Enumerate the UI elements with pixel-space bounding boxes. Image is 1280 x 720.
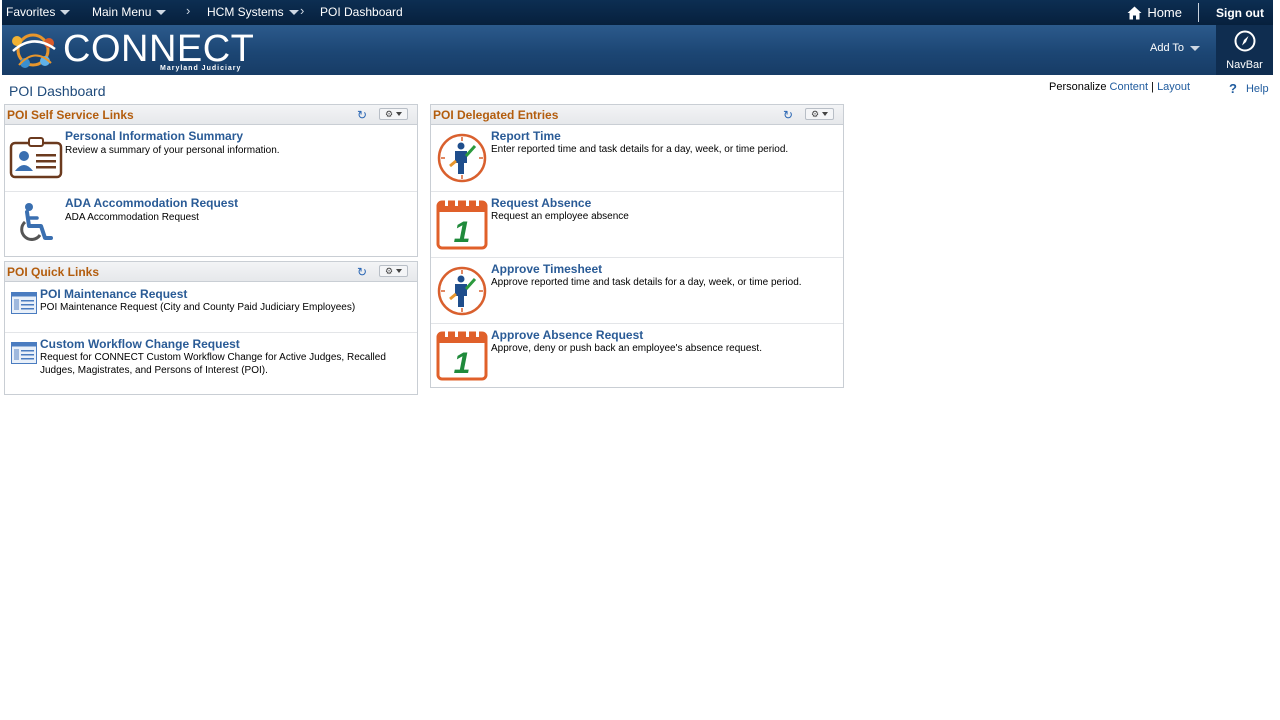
navbar-label: NavBar: [1226, 59, 1263, 71]
custom-workflow-change-request-link[interactable]: Custom Workflow Change Request: [40, 337, 240, 351]
breadcrumb-separator-icon: ›: [300, 3, 305, 18]
breadcrumb-hcm-systems[interactable]: HCM Systems: [207, 5, 299, 19]
list-item: Custom Workflow Change Request Request f…: [5, 332, 417, 395]
refresh-icon[interactable]: ↻: [357, 265, 367, 279]
topbar-divider: [1198, 3, 1199, 22]
favorites-label: Favorites: [6, 5, 56, 19]
compass-icon: [1234, 30, 1255, 52]
poi-maintenance-request-link[interactable]: POI Maintenance Request: [40, 287, 187, 301]
pagelet-quick-links: POI Quick Links ↻ ⚙ POI Maintenance Requ…: [4, 261, 418, 395]
home-label: Home: [1147, 5, 1182, 20]
main-menu[interactable]: Main Menu: [92, 5, 167, 19]
pagelet-title: POI Quick Links: [7, 265, 100, 279]
help-icon: ?: [1229, 81, 1237, 96]
pagelet-options-button[interactable]: ⚙: [379, 108, 408, 120]
report-time-link[interactable]: Report Time: [491, 129, 561, 143]
clock-person-icon: [437, 133, 487, 183]
personalize-separator: |: [1151, 81, 1154, 93]
item-description: POI Maintenance Request (City and County…: [40, 302, 356, 313]
pagelet-header: POI Self Service Links ↻ ⚙: [5, 105, 417, 125]
add-to-label: Add To: [1150, 42, 1185, 54]
form-icon: [11, 292, 37, 314]
calendar-icon: 1: [436, 198, 488, 250]
chevron-down-icon: [396, 269, 403, 273]
item-description: Request for CONNECT Custom Workflow Chan…: [40, 352, 386, 376]
gear-icon: ⚙: [384, 265, 394, 276]
top-nav-bar: Favorites Main Menu › HCM Systems › POI …: [2, 0, 1273, 25]
navbar-button[interactable]: NavBar: [1216, 25, 1273, 75]
gear-icon: ⚙: [810, 108, 820, 119]
item-description: Approve, deny or push back an employee's…: [491, 343, 762, 354]
list-item: ADA Accommodation Request ADA Accommodat…: [5, 191, 417, 257]
calendar-icon: 1: [436, 329, 488, 381]
approve-timesheet-link[interactable]: Approve Timesheet: [491, 262, 602, 276]
calendar-number: 1: [454, 347, 471, 380]
pagelet-header: POI Delegated Entries ↻ ⚙: [431, 105, 843, 125]
pagelet-header: POI Quick Links ↻ ⚙: [5, 262, 417, 282]
pagelet-delegated-entries: POI Delegated Entries ↻ ⚙ Report Time En…: [430, 104, 844, 388]
item-description: Approve reported time and task details f…: [491, 277, 802, 288]
page-title: POI Dashboard: [9, 83, 106, 99]
request-absence-link[interactable]: Request Absence: [491, 196, 591, 210]
gear-icon: ⚙: [384, 108, 394, 119]
item-description: Enter reported time and task details for…: [491, 144, 789, 155]
chevron-down-icon: [288, 9, 299, 15]
chevron-down-icon: [1190, 45, 1201, 51]
chevron-down-icon: [156, 9, 167, 15]
approve-absence-request-link[interactable]: Approve Absence Request: [491, 328, 643, 342]
banner: CONNECT Maryland Judiciary Add To NavBar: [2, 25, 1273, 75]
main-menu-label: Main Menu: [92, 5, 152, 19]
wheelchair-icon: [20, 203, 53, 241]
list-item: 1 Approve Absence Request Approve, deny …: [431, 323, 843, 388]
personalize-content-link[interactable]: Content: [1110, 81, 1149, 93]
list-item: Report Time Enter reported time and task…: [431, 125, 843, 191]
pagelet-title: POI Delegated Entries: [433, 108, 559, 122]
personal-information-summary-link[interactable]: Personal Information Summary: [65, 129, 243, 143]
refresh-icon[interactable]: ↻: [357, 108, 367, 122]
refresh-icon[interactable]: ↻: [783, 108, 793, 122]
item-description: Request an employee absence: [491, 211, 629, 222]
connect-logo-icon: [12, 33, 56, 68]
pagelet-options-button[interactable]: ⚙: [805, 108, 834, 120]
personalize-links: Personalize Content | Layout: [1049, 81, 1190, 93]
home-icon: [1127, 6, 1142, 19]
breadcrumb-poi-dashboard[interactable]: POI Dashboard: [320, 5, 403, 19]
favorites-menu[interactable]: Favorites: [6, 5, 71, 19]
chevron-down-icon: [60, 9, 71, 15]
personalize-layout-link[interactable]: Layout: [1157, 81, 1190, 93]
breadcrumb-label: HCM Systems: [207, 5, 284, 19]
list-item: POI Maintenance Request POI Maintenance …: [5, 282, 417, 332]
pagelet-options-button[interactable]: ⚙: [379, 265, 408, 277]
sign-out-link[interactable]: Sign out: [1216, 6, 1264, 20]
add-to-menu[interactable]: Add To: [1150, 42, 1201, 54]
list-item: Personal Information Summary Review a su…: [5, 125, 417, 191]
id-card-icon: [9, 137, 63, 179]
ada-accommodation-request-link[interactable]: ADA Accommodation Request: [65, 196, 238, 210]
chevron-down-icon: [822, 112, 829, 116]
list-item: 1 Request Absence Request an employee ab…: [431, 191, 843, 257]
form-icon: [11, 342, 37, 364]
item-description: Review a summary of your personal inform…: [65, 145, 280, 156]
pagelet-title: POI Self Service Links: [7, 108, 134, 122]
personalize-label: Personalize: [1049, 81, 1107, 93]
chevron-down-icon: [396, 112, 403, 116]
pagelet-self-service: POI Self Service Links ↻ ⚙ Personal Info…: [4, 104, 418, 257]
item-description: ADA Accommodation Request: [65, 212, 199, 223]
clock-person-icon: [437, 266, 487, 316]
logo-subtext: Maryland Judiciary: [160, 65, 242, 72]
calendar-number: 1: [454, 216, 471, 249]
home-button[interactable]: Home: [1127, 5, 1182, 20]
help-label: Help: [1245, 82, 1269, 95]
list-item: Approve Timesheet Approve reported time …: [431, 257, 843, 323]
breadcrumb-label: POI Dashboard: [320, 5, 403, 19]
breadcrumb-separator-icon: ›: [186, 3, 191, 18]
help-link[interactable]: ? Help: [1229, 81, 1269, 96]
